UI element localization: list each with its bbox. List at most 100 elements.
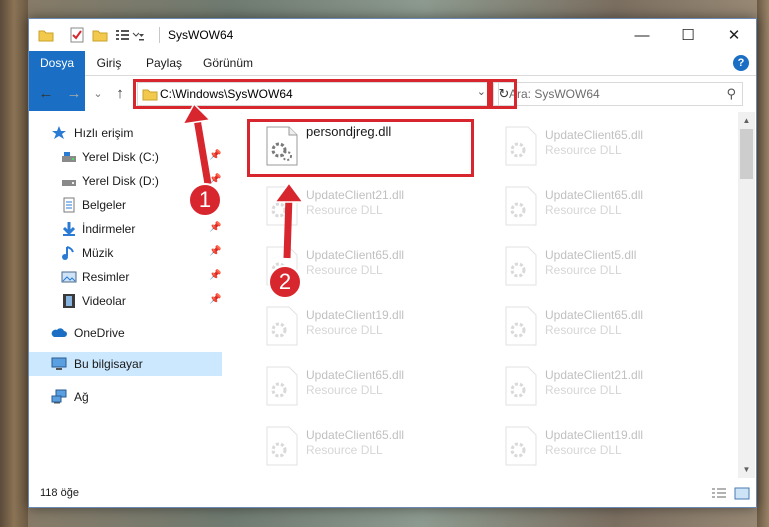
file-name: UpdateClient65.dll — [545, 308, 644, 322]
background-tree-right — [757, 0, 769, 527]
pictures-icon — [61, 269, 77, 285]
pin-icon[interactable]: 📌 — [209, 150, 221, 161]
drive-icon — [61, 173, 77, 189]
dll-file-icon — [505, 306, 537, 346]
up-button[interactable]: ↑ — [111, 85, 129, 103]
customize-view-icon[interactable] — [115, 27, 145, 43]
file-name: UpdateClient19.dll — [545, 428, 644, 442]
dll-file-icon — [505, 426, 537, 466]
file-type: Resource DLL — [545, 383, 622, 397]
properties-icon[interactable] — [69, 27, 85, 43]
file-item[interactable]: UpdateClient65.dll Resource DLL — [489, 120, 721, 180]
search-box[interactable]: Ara: SysWOW64 ⚲ — [498, 82, 743, 106]
sidebar-item-label: Hızlı erişim — [74, 126, 134, 140]
explorer-window: SysWOW64 — ☐ ✕ Dosya Giriş Paylaş Görünü… — [28, 18, 757, 508]
sidebar-item-label: İndirmeler — [82, 222, 136, 236]
file-name: UpdateClient65.dll — [545, 128, 644, 142]
search-input[interactable]: Ara: SysWOW64 — [509, 87, 600, 101]
file-item[interactable]: UpdateClient65.dll Resource DLL — [489, 180, 721, 240]
step-2-badge: 2 — [268, 265, 302, 299]
drive-icon — [61, 149, 77, 165]
file-name: UpdateClient65.dll — [306, 428, 405, 442]
sidebar-item-label: Müzik — [82, 246, 114, 260]
star-icon — [51, 125, 67, 141]
dll-file-icon — [266, 426, 298, 466]
file-type: Resource DLL — [545, 263, 622, 277]
address-highlight-box — [133, 79, 490, 109]
scroll-thumb[interactable] — [740, 129, 753, 179]
back-button[interactable]: ← — [37, 85, 55, 103]
file-item[interactable]: UpdateClient19.dll Resource DLL — [250, 300, 482, 360]
window-title: SysWOW64 — [168, 28, 234, 42]
music-icon — [61, 245, 77, 261]
new-folder-icon[interactable] — [92, 27, 108, 43]
file-name: UpdateClient21.dll — [545, 368, 644, 382]
videos-icon — [61, 293, 77, 309]
file-item[interactable]: UpdateClient65.dll Resource DLL — [250, 420, 482, 478]
sidebar-item-label: Videolar — [82, 294, 126, 308]
documents-icon — [61, 197, 77, 213]
file-type: Resource DLL — [306, 323, 383, 337]
search-icon[interactable]: ⚲ — [726, 86, 736, 102]
background-tree-left — [0, 0, 28, 527]
ribbon-tabs: Dosya Giriş Paylaş Görünüm ? — [29, 51, 756, 111]
file-type: Resource DLL — [545, 443, 622, 457]
navigation-pane: Hızlı erişim Yerel Disk (C:) 📌 Yerel Dis… — [29, 112, 222, 478]
tab-home[interactable]: Giriş — [87, 51, 131, 76]
sidebar-item-label: Belgeler — [82, 198, 127, 212]
file-name: UpdateClient65.dll — [306, 248, 405, 262]
network-icon — [51, 389, 67, 405]
sidebar-item-pictures[interactable]: Resimler 📌 — [29, 266, 222, 288]
pin-icon[interactable]: 📌 — [209, 222, 221, 233]
sidebar-item-this-pc[interactable]: Bu bilgisayar — [29, 352, 222, 376]
file-type: Resource DLL — [306, 383, 383, 397]
file-name: UpdateClient65.dll — [545, 188, 644, 202]
item-count: 118 öğe — [40, 487, 79, 499]
tab-share[interactable]: Paylaş — [139, 51, 189, 76]
file-type: Resource DLL — [545, 203, 622, 217]
pin-icon[interactable]: 📌 — [209, 294, 221, 305]
file-name: UpdateClient65.dll — [306, 368, 405, 382]
close-button[interactable]: ✕ — [711, 19, 757, 51]
scroll-up-icon[interactable]: ▲ — [738, 112, 755, 129]
cloud-icon — [51, 325, 67, 341]
download-icon — [61, 221, 77, 237]
details-view-icon[interactable] — [711, 487, 727, 500]
sidebar-item-network[interactable]: Ağ — [29, 386, 222, 408]
file-name: UpdateClient19.dll — [306, 308, 405, 322]
file-item[interactable]: UpdateClient65.dll Resource DLL — [489, 300, 721, 360]
file-item[interactable]: UpdateClient5.dll Resource DLL — [489, 240, 721, 300]
file-item[interactable]: UpdateClient21.dll Resource DLL — [489, 360, 721, 420]
file-item[interactable]: UpdateClient21.dll Resource DLL — [250, 180, 482, 240]
forward-button[interactable]: → — [65, 85, 83, 103]
dll-file-icon — [266, 366, 298, 406]
status-bar: 118 öğe — [29, 478, 756, 508]
file-item[interactable]: UpdateClient65.dll Resource DLL — [250, 360, 482, 420]
tab-view[interactable]: Görünüm — [197, 51, 259, 76]
pin-icon[interactable]: 📌 — [209, 270, 221, 281]
sidebar-item-quick-access[interactable]: Hızlı erişim — [29, 122, 222, 144]
sidebar-item-label: Ağ — [74, 390, 89, 404]
large-icons-view-icon[interactable] — [734, 487, 750, 500]
sidebar-item-videos[interactable]: Videolar 📌 — [29, 290, 222, 312]
sidebar-item-music[interactable]: Müzik 📌 — [29, 242, 222, 264]
file-type: Resource DLL — [306, 203, 383, 217]
recent-locations-button[interactable]: ⌄ — [89, 85, 107, 103]
sidebar-item-label: Yerel Disk (D:) — [82, 174, 159, 188]
folder-icon — [38, 27, 54, 43]
dll-file-icon — [505, 126, 537, 166]
scroll-down-icon[interactable]: ▼ — [738, 461, 755, 478]
help-icon[interactable]: ? — [733, 55, 749, 71]
file-type: Resource DLL — [545, 143, 622, 157]
maximize-button[interactable]: ☐ — [665, 19, 711, 51]
file-type: Resource DLL — [306, 263, 383, 277]
minimize-button[interactable]: — — [619, 19, 665, 51]
vertical-scrollbar[interactable]: ▲ ▼ — [738, 112, 755, 478]
file-item[interactable]: UpdateClient19.dll Resource DLL — [489, 420, 721, 478]
step-1-badge: 1 — [188, 183, 222, 217]
dll-file-icon — [505, 366, 537, 406]
sidebar-item-downloads[interactable]: İndirmeler 📌 — [29, 218, 222, 240]
sidebar-item-local-disk-c[interactable]: Yerel Disk (C:) 📌 — [29, 146, 222, 168]
pin-icon[interactable]: 📌 — [209, 246, 221, 257]
sidebar-item-onedrive[interactable]: OneDrive — [29, 322, 222, 344]
